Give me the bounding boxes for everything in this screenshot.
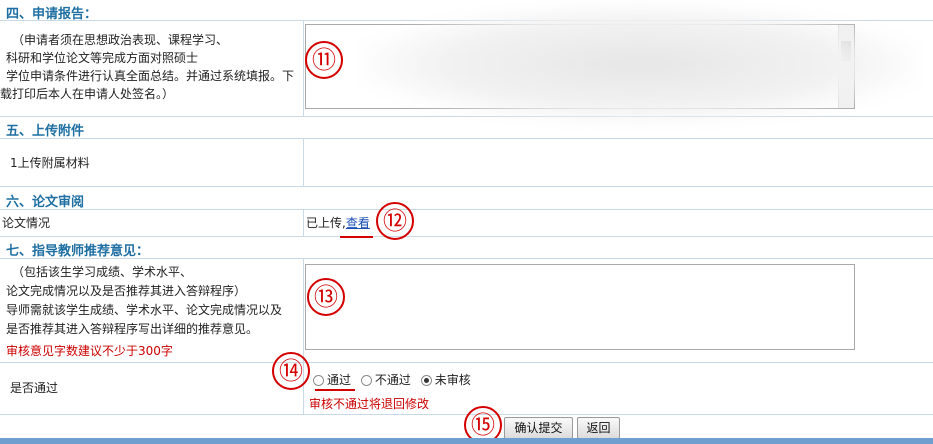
annotation-underline	[340, 236, 373, 238]
thesis-status: 已上传,查看	[306, 214, 370, 232]
divider	[0, 138, 933, 139]
back-button[interactable]: 返回	[577, 417, 620, 439]
divider	[303, 20, 304, 116]
annotation-marker: ⑫	[376, 202, 414, 240]
attachments-label: 1上传附属材料	[10, 156, 90, 170]
radio-pass[interactable]: 通过	[313, 371, 351, 388]
divider	[303, 138, 304, 186]
redacted-content	[360, 4, 920, 124]
report-instructions-line: 载打印后本人在申请人处签名。）	[0, 87, 175, 101]
annotation-marker: ⑬	[307, 278, 345, 316]
advisor-instructions-line: 论文完成情况以及是否推荐其进入答辩程序）	[6, 284, 247, 298]
divider	[0, 186, 933, 187]
divider	[0, 209, 933, 210]
advisor-instructions-line: 是否推荐其进入答辩程序写出详细的推荐意见。	[6, 322, 259, 336]
report-instructions-line: 科研和学位论文等完成方面对照硕士	[6, 51, 199, 65]
annotation-marker: ⑭	[272, 352, 310, 390]
section-title-advisor: 七、指导教师推荐意见：	[6, 244, 150, 259]
approval-warning: 审核不通过将退回修改	[309, 397, 430, 411]
thesis-label: 论文情况	[2, 216, 51, 230]
view-thesis-link[interactable]: 查看	[346, 216, 370, 230]
approval-label: 是否通过	[10, 381, 59, 395]
radio-fail[interactable]: 不通过	[360, 371, 411, 388]
radio-button[interactable]	[313, 375, 324, 386]
advisor-opinion-textarea[interactable]	[305, 264, 855, 350]
radio-label: 不通过	[374, 373, 411, 387]
advisor-hint: 审核意见字数建议不少于300字	[6, 344, 173, 358]
radio-button[interactable]	[420, 375, 432, 386]
annotation-underline	[315, 389, 355, 391]
radio-button[interactable]	[360, 375, 372, 386]
divider	[303, 258, 304, 414]
advisor-instructions-line: （包括该生学习成绩、学术水平、	[12, 265, 193, 279]
thesis-status-text: 已上传,	[306, 216, 346, 230]
section-title-thesis-review: 六、论文审阅	[6, 195, 85, 210]
report-instructions-line: （申请者须在思想政治表现、课程学习、	[12, 33, 229, 47]
confirm-submit-button[interactable]: 确认提交	[504, 417, 573, 439]
approval-radio-group: 通过 不通过 未审核	[313, 371, 477, 388]
radio-label: 通过	[327, 373, 352, 387]
bottom-bar	[0, 438, 933, 444]
report-instructions-line: 学位申请条件进行认真全面总结。并通过系统填报。下	[6, 69, 295, 83]
section-title-attachments: 五、上传附件	[6, 124, 85, 139]
radio-label: 未审核	[434, 373, 471, 387]
divider	[0, 236, 933, 237]
advisor-instructions-line: 导师需就该学生成绩、学术水平、论文完成情况以及	[6, 303, 283, 317]
divider	[0, 362, 933, 363]
radio-unreviewed[interactable]: 未审核	[420, 371, 471, 388]
section-title-report: 四、申请报告：	[6, 7, 98, 22]
annotation-marker: ⑪	[305, 41, 343, 79]
divider	[303, 209, 304, 236]
